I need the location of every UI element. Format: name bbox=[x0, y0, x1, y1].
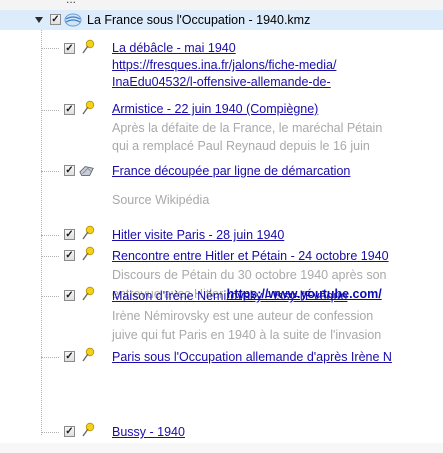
item-checkbox[interactable]: ✓ bbox=[64, 104, 75, 115]
item-checkbox[interactable]: ✓ bbox=[64, 165, 75, 176]
yellow-pushpin-icon bbox=[82, 286, 95, 301]
placemark-title[interactable]: Maison d'Irène Némirovsky - Issy-l'Évêqu… bbox=[112, 289, 347, 303]
top-scroll-remnant: ... bbox=[0, 0, 443, 10]
placemark-description: Discours de Pétain du 30 octobre 1940 ap… bbox=[112, 268, 387, 282]
tree-connector bbox=[41, 357, 59, 358]
placemark-title[interactable]: La débâcle - mai 1940 bbox=[112, 41, 236, 55]
tree-connector bbox=[41, 110, 59, 111]
tree-connector bbox=[41, 235, 59, 236]
description-link[interactable]: https://fresques.ina.fr/jalons/fiche-med… bbox=[112, 58, 336, 72]
placemark-title[interactable]: Hitler visite Paris - 28 juin 1940 bbox=[112, 228, 284, 242]
placemark-title[interactable]: Rencontre entre Hitler et Pétain - 24 oc… bbox=[112, 249, 389, 263]
tree-connector bbox=[41, 296, 59, 297]
placemark-title[interactable]: Paris sous l'Occupation allemande d'aprè… bbox=[112, 350, 392, 364]
yellow-pushpin-icon bbox=[82, 225, 95, 240]
item-checkbox[interactable]: ✓ bbox=[64, 229, 75, 240]
tree-connector bbox=[41, 171, 59, 172]
partial-label: ... bbox=[66, 0, 76, 6]
tree-connector bbox=[41, 256, 59, 257]
item-checkbox[interactable]: ✓ bbox=[64, 250, 75, 261]
kmz-layers-icon bbox=[64, 13, 82, 27]
item-checkbox[interactable]: ✓ bbox=[64, 426, 75, 437]
placemark-title[interactable]: Bussy - 1940 bbox=[112, 425, 185, 439]
tree-connector bbox=[41, 432, 59, 433]
description-link[interactable]: InaEdu04532/l-offensive-allemande-de- bbox=[112, 75, 331, 89]
placemark-description: juive qui fut Paris en 1940 à la suite d… bbox=[112, 328, 382, 342]
placemark-description: qui a remplacé Paul Reynaud depuis le 16… bbox=[112, 139, 370, 153]
placemark-title[interactable]: France découpée par ligne de démarcation bbox=[112, 164, 350, 178]
polygon-icon bbox=[79, 166, 94, 176]
item-checkbox[interactable]: ✓ bbox=[64, 290, 75, 301]
tree-connector bbox=[41, 48, 59, 49]
yellow-pushpin-icon bbox=[82, 422, 95, 437]
yellow-pushpin-icon bbox=[82, 246, 95, 261]
placemark-description: Source Wikipédia bbox=[112, 193, 210, 207]
root-checkbox[interactable]: ✓ bbox=[50, 14, 61, 25]
item-checkbox[interactable]: ✓ bbox=[64, 43, 75, 54]
placemark-description: Après la défaite de la France, le maréch… bbox=[112, 121, 383, 135]
item-checkbox[interactable]: ✓ bbox=[64, 351, 75, 362]
placemark-title[interactable]: Armistice - 22 juin 1940 (Compiègne) bbox=[112, 102, 318, 116]
collapse-arrow-icon[interactable] bbox=[35, 17, 43, 23]
yellow-pushpin-icon bbox=[82, 347, 95, 362]
placemark-description: Irène Némirovsky est une auteur de confe… bbox=[112, 309, 374, 323]
tree-root-row[interactable]: ✓ La France sous l'Occupation - 1940.kmz bbox=[0, 10, 443, 30]
bottom-edge bbox=[0, 443, 443, 453]
yellow-pushpin-icon bbox=[82, 39, 95, 54]
root-title[interactable]: La France sous l'Occupation - 1940.kmz bbox=[87, 13, 310, 27]
yellow-pushpin-icon bbox=[82, 100, 95, 115]
tree-guide-line bbox=[41, 30, 42, 435]
